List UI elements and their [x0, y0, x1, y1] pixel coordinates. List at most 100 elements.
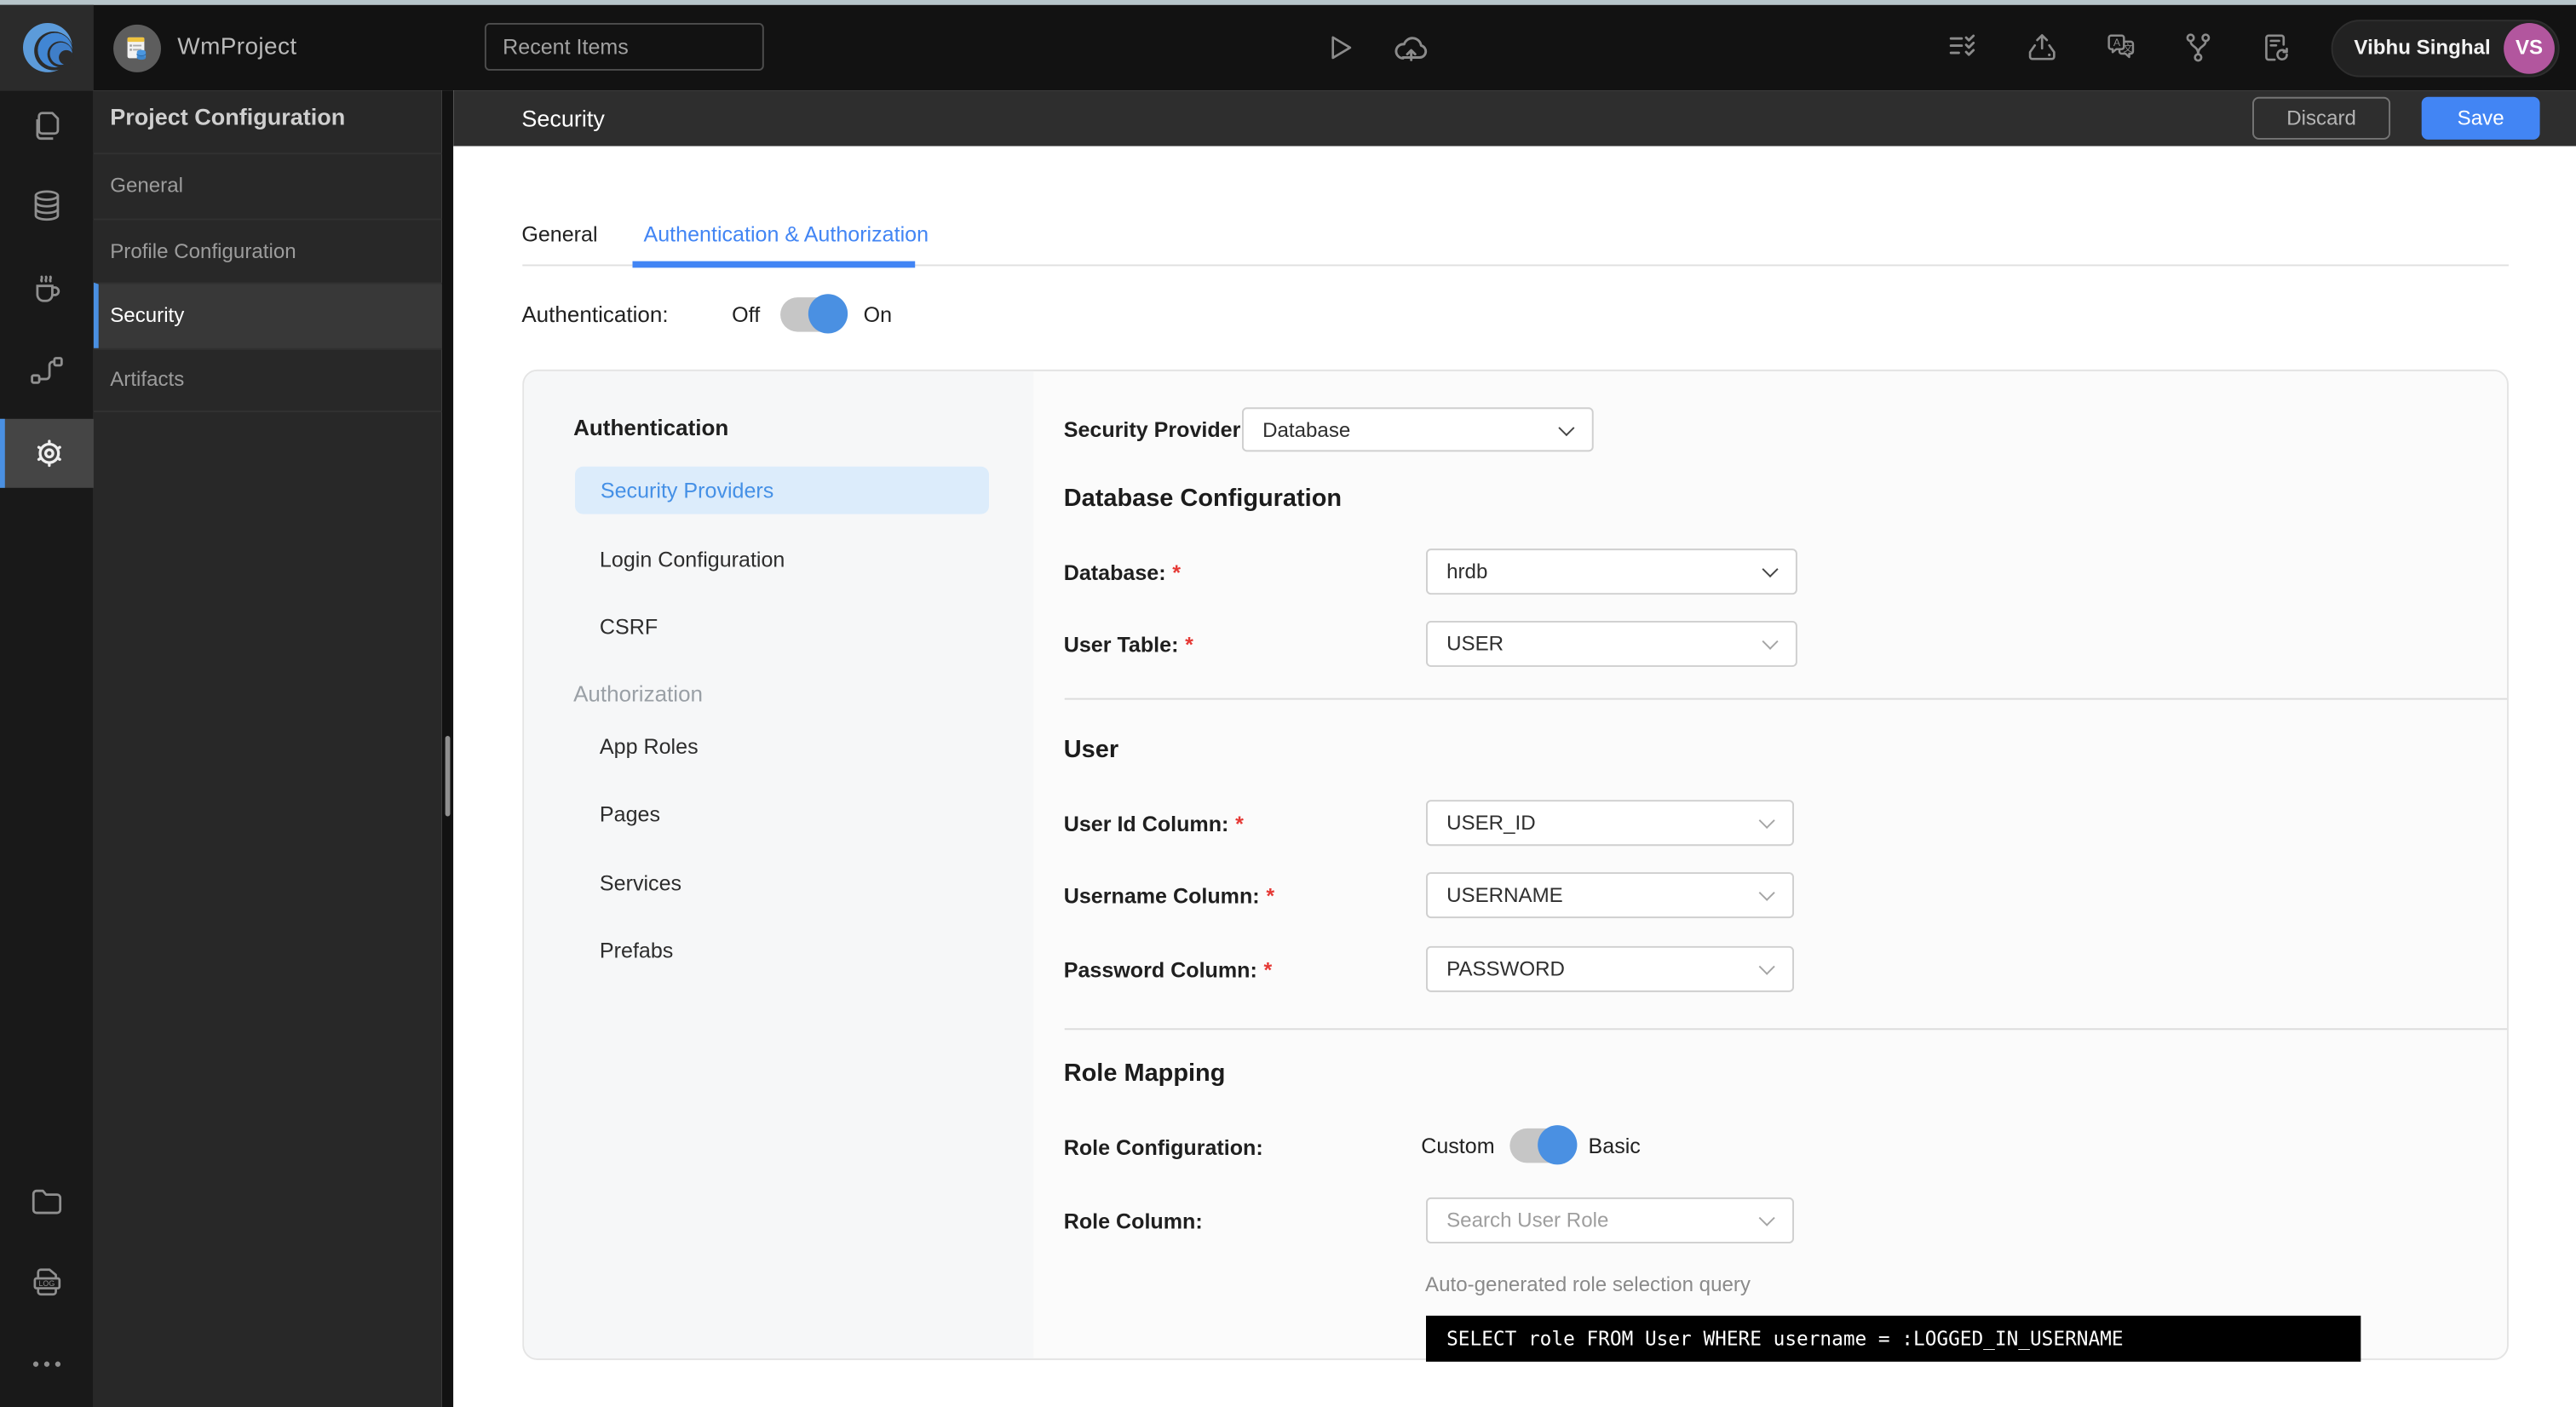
user-id-column-label: User Id Column: *: [1063, 811, 1244, 836]
export-button[interactable]: [2024, 4, 2060, 89]
section-divider: [1063, 1028, 2507, 1031]
branch-button[interactable]: [2180, 4, 2216, 89]
project-clipboard-icon: [127, 36, 147, 60]
section-divider: [1063, 698, 2507, 700]
panel-item-profile-configuration[interactable]: Profile Configuration: [93, 217, 442, 283]
tasks-button[interactable]: [1945, 4, 1980, 89]
project-name[interactable]: WmProject: [177, 4, 296, 89]
role-configuration-toggle-row: Custom Basic: [1421, 1125, 1641, 1165]
main-area: Security Discard Save General Authentica…: [452, 90, 2576, 1407]
app-window: WmProject Recent Items A 文 Vibhu Singhal…: [0, 0, 2576, 1407]
role-configuration-switch[interactable]: [1509, 1125, 1578, 1165]
chevron-down-icon: [1757, 812, 1774, 830]
rail-item-more[interactable]: [0, 1329, 94, 1398]
checklist-icon: [1949, 34, 1975, 56]
localization-button[interactable]: A 文: [2103, 4, 2139, 89]
role-column-select[interactable]: Search User Role: [1425, 1197, 1794, 1243]
security-subnav: Authentication Security Providers Login …: [524, 370, 1034, 1358]
ellipsis-icon: [32, 1360, 61, 1366]
chevron-down-icon: [1761, 633, 1778, 650]
rail-item-logs[interactable]: LOG: [0, 1249, 94, 1318]
subnav-item-app-roles[interactable]: App Roles: [600, 734, 699, 759]
subnav-item-pages[interactable]: Pages: [600, 801, 660, 826]
chevron-down-icon: [1757, 884, 1774, 901]
database-value: hrdb: [1446, 560, 1488, 583]
panel-item-artifacts[interactable]: Artifacts: [93, 347, 442, 413]
subnav-item-csrf[interactable]: CSRF: [600, 614, 658, 639]
recent-items-search-input[interactable]: [484, 22, 764, 71]
username-column-select[interactable]: USERNAME: [1425, 872, 1794, 919]
user-avatar: VS: [2504, 22, 2555, 73]
tab-authentication-authorization[interactable]: Authentication & Authorization: [644, 221, 929, 246]
panel-item-general[interactable]: General: [93, 152, 442, 217]
security-provider-select[interactable]: Database: [1241, 407, 1593, 452]
coffee-cup-icon: [36, 274, 60, 302]
security-provider-form: Security Provider Database Database Conf…: [1033, 371, 2510, 1361]
rail-item-database[interactable]: [0, 171, 94, 240]
wavemaker-logo[interactable]: [0, 3, 94, 91]
run-preview-button[interactable]: [1321, 4, 1357, 89]
subnav-item-login-configuration[interactable]: Login Configuration: [600, 547, 785, 571]
page-title: Security: [521, 105, 605, 132]
security-provider-label: Security Provider: [1063, 416, 1241, 442]
panel-splitter: [441, 90, 453, 1407]
user-table-select[interactable]: USER: [1425, 620, 1797, 667]
folder-icon: [32, 1188, 62, 1214]
security-content: General Authentication & Authorization A…: [452, 146, 2576, 1407]
chevron-down-icon: [1757, 958, 1774, 975]
user-id-column-select[interactable]: USER_ID: [1425, 800, 1794, 847]
toggle-on-label: On: [863, 301, 893, 326]
authentication-toggle-row: Authentication: Off On: [521, 290, 892, 336]
subnav-item-prefabs[interactable]: Prefabs: [600, 938, 673, 962]
cloud-upload-icon: [1394, 36, 1428, 60]
toggle-off-label: Off: [732, 301, 761, 326]
database-configuration-heading: Database Configuration: [1063, 484, 1343, 513]
query-text: SELECT role FROM User WHERE username = :…: [1446, 1326, 2124, 1350]
authentication-switch[interactable]: [779, 294, 848, 334]
rail-item-java-services[interactable]: [0, 253, 94, 322]
translate-icon: A 文: [2107, 33, 2135, 58]
role-toggle-basic-label: Basic: [1588, 1132, 1641, 1157]
subnav-section-authentication: Authentication: [573, 415, 729, 440]
rail-item-settings[interactable]: [0, 418, 94, 488]
security-providers-card: Authentication Security Providers Login …: [522, 369, 2510, 1361]
pages-icon: [36, 111, 60, 140]
username-column-value: USERNAME: [1446, 883, 1563, 907]
left-icon-rail: LOG: [0, 90, 94, 1407]
user-name: Vibhu Singhal: [2354, 36, 2491, 60]
user-menu[interactable]: Vibhu Singhal VS: [2331, 19, 2560, 77]
rail-item-apis[interactable]: [0, 335, 94, 404]
active-tab-indicator: [631, 261, 915, 267]
database-select[interactable]: hrdb: [1425, 548, 1797, 595]
document-sync-icon: [2265, 33, 2288, 60]
panel-item-security[interactable]: Security: [93, 282, 442, 347]
security-provider-value: Database: [1262, 417, 1351, 441]
chevron-down-icon: [1757, 1209, 1774, 1226]
tab-general[interactable]: General: [521, 221, 597, 246]
password-column-value: PASSWORD: [1446, 957, 1565, 981]
save-button[interactable]: Save: [2421, 96, 2540, 140]
user-table-label: User Table: *: [1063, 632, 1193, 658]
play-icon: [1331, 35, 1352, 59]
project-avatar[interactable]: [113, 23, 161, 72]
panel-scrollbar-thumb[interactable]: [444, 735, 450, 817]
rail-item-pages[interactable]: [0, 90, 94, 159]
password-column-label: Password Column: *: [1063, 957, 1273, 983]
switch-knob: [808, 294, 848, 334]
sync-project-button[interactable]: [2257, 4, 2293, 89]
panel-title: Project Configuration: [110, 103, 346, 130]
subnav-item-security-providers[interactable]: Security Providers: [574, 466, 989, 514]
connector-icon: [31, 356, 63, 383]
tab-bar: General Authentication & Authorization: [521, 221, 929, 246]
deploy-button[interactable]: [1391, 4, 1430, 89]
rail-item-files[interactable]: [0, 1166, 94, 1235]
log-file-icon: LOG: [32, 1268, 60, 1296]
query-caption: Auto-generated role selection query: [1425, 1272, 1751, 1296]
authentication-label: Authentication:: [521, 301, 669, 326]
password-column-select[interactable]: PASSWORD: [1425, 945, 1794, 992]
role-toggle-custom-label: Custom: [1421, 1132, 1495, 1157]
svg-text:LOG: LOG: [38, 1279, 55, 1288]
discard-button[interactable]: Discard: [2252, 96, 2391, 140]
subnav-item-services[interactable]: Services: [600, 870, 681, 895]
role-column-label: Role Column:: [1063, 1209, 1203, 1234]
